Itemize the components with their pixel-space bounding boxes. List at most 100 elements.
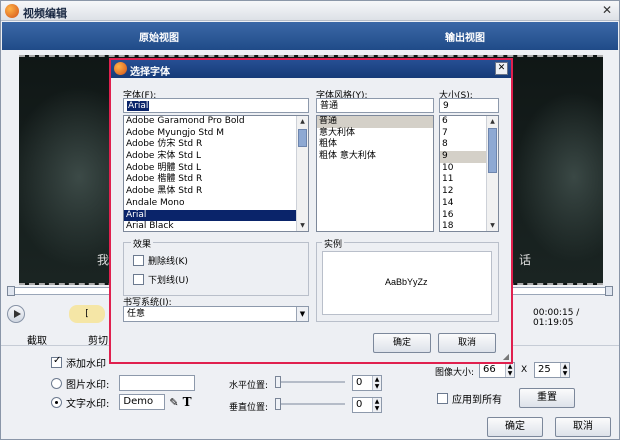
font-ok-button[interactable]: 确定 (373, 333, 431, 353)
size-separator: X (521, 365, 528, 375)
underline-label: 下划线(U) (148, 276, 189, 286)
horizontal-position-slider[interactable] (275, 376, 345, 388)
image-watermark-row: 图片水印: (51, 375, 196, 391)
text-watermark-label: 文字水印: (66, 398, 110, 410)
cancel-button[interactable]: 取消 (555, 417, 611, 437)
image-width-spinner[interactable]: 66 ▲ ▼ (479, 362, 515, 378)
sample-text: AaBbYyZz (385, 277, 428, 287)
font-list-scrollbar[interactable]: ▲ ▼ (296, 116, 308, 231)
ok-button[interactable]: 确定 (487, 417, 543, 437)
add-watermark-checkbox[interactable] (51, 355, 62, 368)
seek-start-handle[interactable] (7, 286, 15, 296)
font-style-list[interactable]: 普通 意大利体 粗体 粗体 意大利体 (316, 115, 434, 232)
image-watermark-radio[interactable] (51, 377, 62, 389)
subtitle-left: 我 (97, 253, 110, 267)
view-tabs: 原始视图 输出视图 (2, 22, 618, 50)
list-item[interactable]: Adobe 黑体 Std R (124, 186, 308, 198)
crop-button[interactable]: 截取 (27, 332, 47, 347)
app-logo-icon (5, 4, 19, 18)
list-item[interactable]: Arial Black (124, 221, 308, 231)
font-list[interactable]: Adobe Garamond Pro Bold Adobe Myungjo Std… (123, 115, 309, 232)
resize-grip-icon[interactable]: ◢ (503, 352, 509, 361)
image-path-field[interactable] (119, 375, 196, 391)
vertical-position-label: 垂直位置: (229, 403, 269, 413)
list-item[interactable]: 粗体 (317, 139, 433, 151)
font-name-value: Arial (127, 101, 150, 111)
font-items: Adobe Garamond Pro Bold Adobe Myungjo Std… (124, 116, 308, 231)
horizontal-position-label: 水平位置: (229, 381, 269, 391)
add-watermark-label: 添加水印 (66, 359, 106, 370)
list-item[interactable]: Adobe Garamond Pro Bold (124, 116, 308, 128)
chevron-down-icon[interactable]: ▼ (296, 307, 308, 321)
font-style-input[interactable]: 普通 (316, 98, 434, 113)
vertical-position-slider[interactable] (275, 398, 345, 410)
style-items: 普通 意大利体 粗体 粗体 意大利体 (317, 116, 433, 163)
tab-output-view[interactable]: 输出视图 (445, 29, 485, 44)
image-height-spinner[interactable]: 25 ▲ ▼ (534, 362, 570, 378)
scroll-down-icon[interactable]: ▼ (297, 220, 308, 231)
scroll-down-icon[interactable]: ▼ (487, 220, 498, 231)
image-size-label: 图像大小: (435, 368, 475, 378)
list-item[interactable]: Adobe 仿宋 Std R (124, 139, 308, 151)
play-button[interactable] (7, 305, 25, 323)
strikeout-checkbox[interactable] (133, 255, 144, 266)
spinner-arrows-icon[interactable]: ▲ ▼ (505, 363, 514, 377)
watermark-text-input[interactable]: Demo (119, 394, 166, 410)
add-watermark-row: 添加水印 (51, 355, 106, 370)
list-item[interactable]: Adobe 楷體 Std R (124, 174, 308, 186)
font-cancel-button[interactable]: 取消 (438, 333, 496, 353)
effects-label: 效果 (131, 237, 154, 250)
size-list-scrollbar[interactable]: ▲ ▼ (486, 116, 498, 231)
list-item[interactable]: Adobe Myungjo Std M (124, 128, 308, 140)
scroll-up-icon[interactable]: ▲ (297, 116, 308, 127)
slider-thumb[interactable] (275, 398, 281, 410)
font-name-input[interactable]: Arial (123, 98, 309, 113)
underline-row: 下划线(U) (133, 273, 189, 286)
title-bar: 视频编辑 ✕ (1, 1, 619, 21)
font-dialog-title-bar: 选择字体 ✕ (111, 60, 511, 78)
font-dialog-title: 选择字体 (130, 67, 170, 78)
image-height-value: 25 (538, 364, 551, 375)
subtitle-right: 话 (519, 253, 532, 267)
font-size-list[interactable]: 6 7 8 9 10 11 12 14 16 18 ▲ ▼ (439, 115, 499, 232)
sample-preview: AaBbYyZz (322, 251, 492, 315)
list-item[interactable]: Arial (124, 209, 308, 222)
scroll-thumb[interactable] (488, 128, 497, 173)
slider-thumb[interactable] (275, 376, 281, 388)
font-size-input[interactable]: 9 (439, 98, 499, 113)
underline-checkbox[interactable] (133, 274, 144, 285)
effects-group (123, 242, 309, 296)
apply-all-label: 应用到所有 (452, 395, 502, 406)
script-value: 任意 (127, 309, 146, 319)
image-watermark-label: 图片水印: (66, 379, 110, 391)
apply-all-row: 应用到所有 (437, 391, 502, 406)
list-item[interactable]: Adobe 宋体 Std L (124, 151, 308, 163)
spinner-arrows-icon[interactable]: ▲ ▼ (560, 363, 569, 377)
vertical-position-spinner[interactable]: 0 ▲ ▼ (352, 397, 382, 413)
horizontal-position-spinner[interactable]: 0 ▲ ▼ (352, 375, 382, 391)
close-icon[interactable]: ✕ (495, 62, 508, 75)
close-icon[interactable]: ✕ (599, 3, 615, 18)
pen-icon[interactable]: ✎ (169, 396, 178, 409)
scroll-thumb[interactable] (298, 129, 307, 147)
spinner-arrows-icon[interactable]: ▲ ▼ (372, 398, 381, 412)
reset-button[interactable]: 重置 (519, 388, 575, 408)
mark-in-button[interactable]: [ (69, 305, 105, 323)
list-item[interactable]: 粗体 意大利体 (317, 151, 433, 163)
image-width-value: 66 (483, 364, 496, 375)
scroll-up-icon[interactable]: ▲ (487, 116, 498, 127)
script-select[interactable]: 任意 ▼ (123, 306, 309, 322)
text-watermark-radio[interactable] (51, 396, 62, 408)
seek-end-handle[interactable] (605, 286, 613, 296)
list-item[interactable]: Andale Mono (124, 198, 308, 210)
strikeout-row: 删除线(K) (133, 254, 188, 267)
spinner-arrows-icon[interactable]: ▲ ▼ (372, 376, 381, 390)
apply-all-checkbox[interactable] (437, 393, 448, 404)
tab-original-view[interactable]: 原始视图 (139, 29, 179, 44)
list-item[interactable]: 意大利体 (317, 128, 433, 140)
list-item[interactable]: 普通 (317, 116, 433, 128)
font-icon[interactable]: T (183, 395, 192, 409)
list-item[interactable]: Adobe 明體 Std L (124, 163, 308, 175)
cut-button[interactable]: 剪切 (88, 332, 108, 347)
vertical-position-value: 0 (356, 399, 363, 410)
